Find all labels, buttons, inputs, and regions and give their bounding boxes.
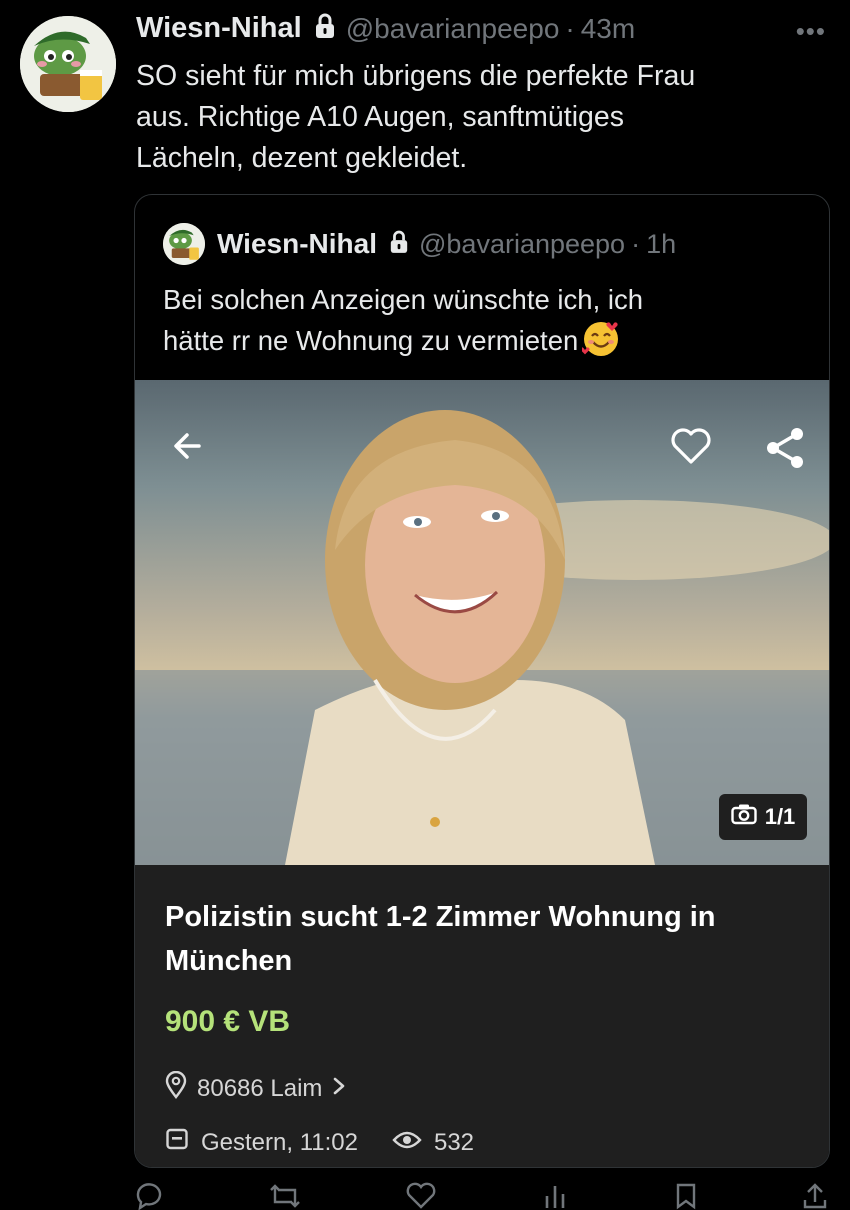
retweet-icon[interactable] (268, 1182, 302, 1210)
like-icon[interactable] (405, 1182, 437, 1210)
listing-date: Gestern, 11:02 (165, 1127, 358, 1158)
author-avatar[interactable] (20, 16, 116, 112)
tweet-timestamp[interactable]: 43m (581, 13, 635, 45)
quoted-author-name: Wiesn-Nihal (217, 228, 377, 259)
listing-views: 532 (392, 1129, 474, 1157)
photo-counter-label: 1/1 (764, 804, 796, 829)
listing-meta: Gestern, 11:02 532 (165, 1127, 508, 1158)
separator-dot: · (631, 228, 641, 259)
lock-icon (389, 230, 409, 259)
listing-price: 900 € VB (165, 1005, 291, 1038)
tweet-text: SO sieht für mich übrigens die perfekte … (136, 60, 696, 174)
more-options-button[interactable]: ••• (796, 16, 826, 47)
tweet-header: Wiesn-Nihal @bavarianpeepo · 43m (136, 12, 635, 45)
eye-icon (392, 1129, 422, 1157)
heart-icon[interactable] (669, 426, 713, 471)
quoted-timestamp: 1h (646, 228, 677, 259)
lock-icon (314, 13, 336, 44)
camera-icon (731, 803, 757, 831)
back-arrow-icon[interactable] (169, 428, 205, 469)
quoted-author-handle: @bavarianpeepo (419, 228, 626, 259)
share-tweet-icon[interactable] (802, 1182, 828, 1210)
quoted-tweet[interactable]: Wiesn-Nihal @bavarianpeepo · 1h Bei solc… (134, 194, 830, 1168)
reply-icon[interactable] (134, 1182, 164, 1210)
listing-date-label: Gestern, 11:02 (201, 1128, 358, 1156)
separator-dot: · (565, 12, 575, 44)
tweet-action-bar (134, 1182, 828, 1210)
author-handle[interactable]: @bavarianpeepo (346, 13, 560, 45)
calendar-icon (165, 1127, 189, 1158)
listing-title: Polizistin sucht 1-2 Zimmer Wohnung in M… (165, 901, 716, 977)
smiling-face-with-hearts-icon (580, 320, 620, 358)
author-name[interactable]: Wiesn-Nihal (136, 12, 302, 45)
quoted-tweet-header: Wiesn-Nihal @bavarianpeepo · 1h (163, 223, 676, 265)
share-icon[interactable] (765, 426, 805, 475)
listing-photo[interactable]: 1/1 (135, 380, 829, 865)
listing-card[interactable]: Polizistin sucht 1-2 Zimmer Wohnung in M… (135, 865, 829, 1167)
quoted-tweet-text: Bei solchen Anzeigen wünschte ich, ich h… (163, 279, 803, 361)
map-pin-icon (165, 1070, 187, 1106)
listing-location-label: 80686 Laim (197, 1074, 323, 1102)
bookmark-icon[interactable] (674, 1182, 698, 1210)
photo-counter[interactable]: 1/1 (719, 794, 807, 840)
chevron-right-icon (332, 1075, 346, 1103)
views-icon[interactable] (541, 1182, 571, 1210)
quoted-text-body: Bei solchen Anzeigen wünschte ich, ich h… (163, 284, 644, 356)
quoted-author-avatar (163, 223, 205, 265)
listing-views-count: 532 (433, 1128, 475, 1156)
listing-location[interactable]: 80686 Laim (165, 1070, 346, 1106)
